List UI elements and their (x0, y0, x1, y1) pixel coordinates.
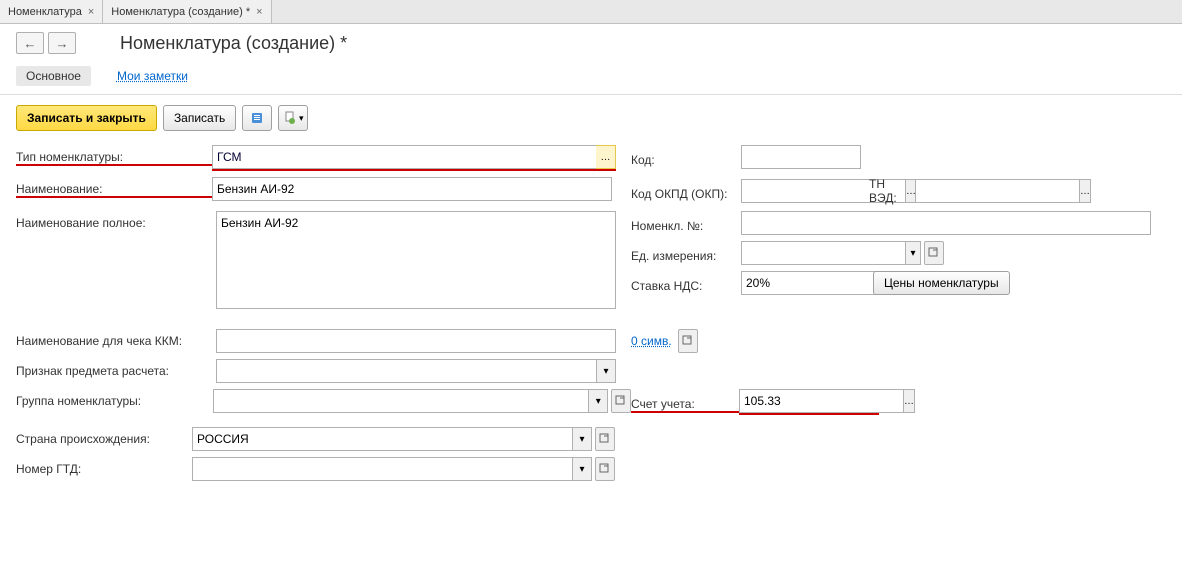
origin-open-button[interactable] (595, 427, 615, 451)
nav-row: ← → Номенклатура (создание) * (0, 24, 1182, 62)
nomenkl-no-input[interactable] (741, 211, 1151, 235)
subtab-notes[interactable]: Мои заметки (107, 66, 198, 86)
label-unit: Ед. измерения: (631, 244, 741, 263)
page-title: Номенклатура (создание) * (120, 33, 347, 54)
label-group: Группа номенклатуры: (16, 389, 213, 408)
label-okpd: Код ОКПД (ОКП): (631, 182, 741, 201)
save-button[interactable]: Записать (163, 105, 236, 131)
label-vat: Ставка НДС: (631, 274, 741, 293)
group-open-button[interactable] (611, 389, 631, 413)
gtd-input[interactable] (192, 457, 572, 481)
label-kkm: Наименование для чека ККМ: (16, 329, 216, 348)
label-calc-subject: Признак предмета расчета: (16, 359, 216, 378)
attach-button[interactable]: ▾ (278, 105, 308, 131)
forward-button[interactable]: → (48, 32, 76, 54)
label-origin: Страна происхождения: (16, 427, 192, 446)
account-select-button[interactable]: … (903, 389, 915, 413)
tab-label: Номенклатура (8, 6, 82, 18)
full-name-input[interactable] (216, 211, 616, 309)
close-icon[interactable]: × (88, 6, 94, 18)
origin-country-input[interactable] (192, 427, 572, 451)
open-icon (927, 246, 941, 260)
label-nomenkl-no: Номенкл. №: (631, 214, 741, 233)
unit-dropdown-button[interactable]: ▾ (905, 241, 921, 265)
label-name: Наименование: (16, 177, 212, 198)
form-area: Тип номенклатуры: … Код: Наименование: К… (0, 141, 1182, 491)
label-code: Код: (631, 148, 741, 167)
label-type: Тип номенклатуры: (16, 145, 212, 166)
gtd-open-button[interactable] (595, 457, 615, 481)
tab-nomenclature[interactable]: Номенклатура × (0, 0, 103, 23)
open-icon (614, 394, 628, 408)
group-dropdown-button[interactable]: ▾ (588, 389, 608, 413)
label-tnved: ТН ВЭД: (861, 177, 915, 205)
gtd-dropdown-button[interactable]: ▾ (572, 457, 592, 481)
toolbar: Записать и закрыть Записать ▾ (0, 95, 1182, 141)
tab-bar: Номенклатура × Номенклатура (создание) *… (0, 0, 1182, 24)
subtab-main[interactable]: Основное (16, 66, 91, 86)
list-icon (250, 111, 264, 125)
kkm-open-button[interactable] (678, 329, 698, 353)
tnved-input[interactable] (915, 179, 1079, 203)
file-icon (283, 111, 297, 125)
origin-dropdown-button[interactable]: ▾ (572, 427, 592, 451)
label-gtd: Номер ГТД: (16, 457, 192, 476)
char-count-link[interactable]: 0 симв. (631, 334, 672, 348)
tnved-select-button[interactable]: … (1079, 179, 1091, 203)
account-input[interactable] (739, 389, 903, 413)
save-close-button[interactable]: Записать и закрыть (16, 105, 157, 131)
label-full-name: Наименование полное: (16, 211, 216, 230)
open-icon (681, 334, 695, 348)
kkm-name-input[interactable] (216, 329, 616, 353)
tab-nomenclature-create[interactable]: Номенклатура (создание) * × (103, 0, 271, 23)
close-icon[interactable]: × (256, 6, 262, 18)
chevron-down-icon: ▾ (299, 113, 304, 124)
open-icon (598, 462, 612, 476)
prices-button[interactable]: Цены номенклатуры (873, 271, 1010, 295)
label-account: Счет учета: (631, 392, 739, 413)
back-button[interactable]: ← (16, 32, 44, 54)
sub-tabs: Основное Мои заметки (0, 62, 1182, 95)
type-input[interactable] (212, 145, 596, 169)
list-button[interactable] (242, 105, 272, 131)
name-input[interactable] (212, 177, 612, 201)
open-icon (598, 432, 612, 446)
calc-subject-input[interactable] (216, 359, 596, 383)
unit-input[interactable] (741, 241, 905, 265)
group-input[interactable] (213, 389, 588, 413)
unit-open-button[interactable] (924, 241, 944, 265)
code-input[interactable] (741, 145, 861, 169)
calc-subject-dropdown-button[interactable]: ▾ (596, 359, 616, 383)
tab-label: Номенклатура (создание) * (111, 6, 250, 18)
type-select-button[interactable]: … (596, 145, 616, 169)
